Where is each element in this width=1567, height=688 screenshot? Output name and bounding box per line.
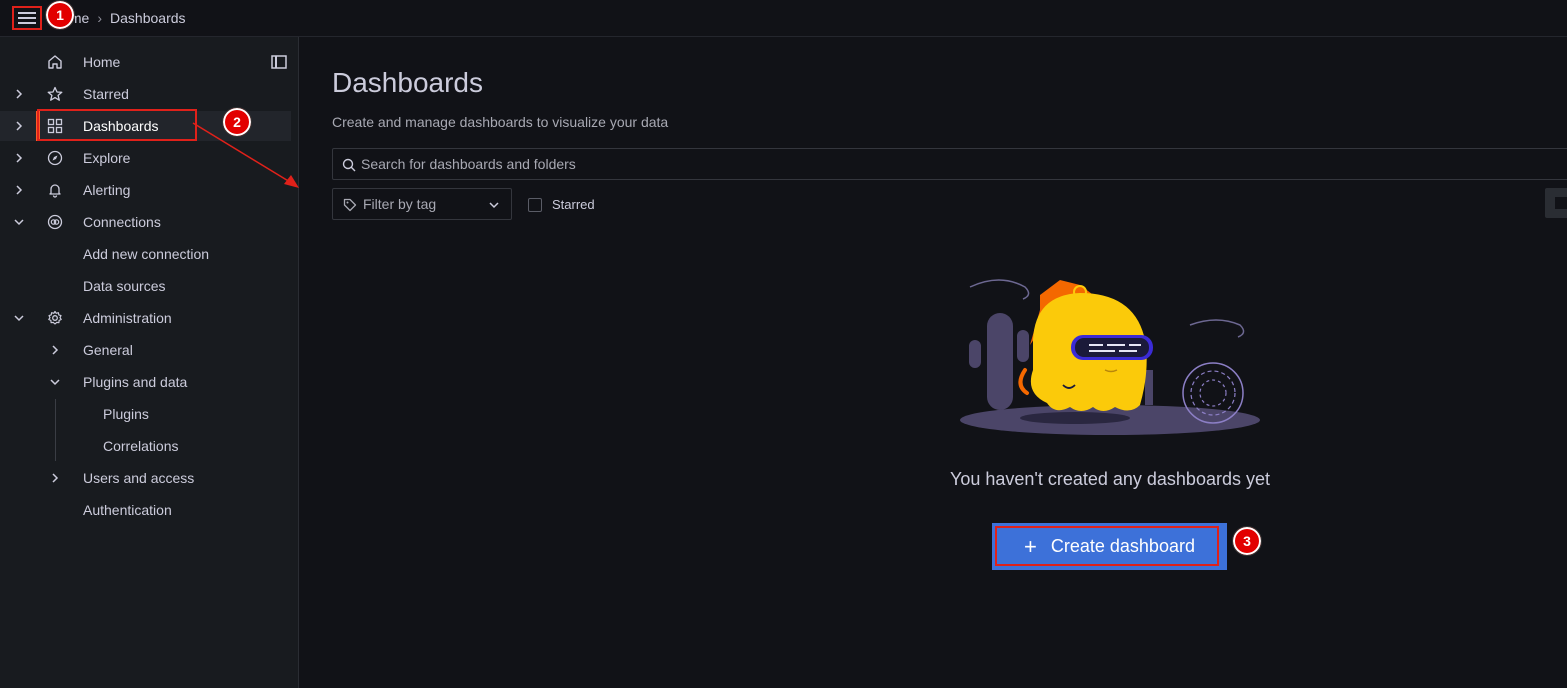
sidebar-item-home[interactable]: Home	[0, 47, 291, 77]
sidebar-item-label: Home	[83, 54, 121, 70]
bell-icon	[46, 181, 64, 199]
empty-state-illustration	[960, 279, 1260, 435]
chevron-right-icon[interactable]	[48, 343, 62, 357]
sidebar-item-label: Dashboards	[83, 118, 159, 134]
sidebar-item-plugins[interactable]: Plugins	[0, 399, 291, 429]
sidebar-item-label: Administration	[83, 310, 172, 326]
sidebar-item-label: Plugins and data	[83, 374, 188, 390]
page-subtitle: Create and manage dashboards to visualiz…	[332, 114, 669, 130]
chevron-down-icon	[489, 202, 499, 209]
starred-filter[interactable]: Starred	[528, 197, 595, 212]
star-icon	[46, 85, 64, 103]
create-dashboard-label: Create dashboard	[1050, 536, 1195, 556]
sidebar-item-label: Add new connection	[83, 246, 210, 262]
top-bar: Home › Dashboards	[0, 0, 1567, 37]
main-content: Dashboards Create and manage dashboards …	[300, 37, 1567, 688]
chevron-right-icon: ›	[97, 10, 103, 26]
sidebar-item-label: Alerting	[83, 182, 131, 198]
sidebar-item-add-new-connection[interactable]: Add new connection	[0, 239, 291, 269]
sidebar-item-label: Explore	[83, 150, 131, 166]
sidebar-item-label: Correlations	[103, 438, 179, 454]
sidebar-item-label: Connections	[83, 214, 161, 230]
home-icon	[46, 53, 64, 71]
create-dashboard-button[interactable]: + Create dashboard	[992, 523, 1227, 570]
sidebar-item-label: General	[83, 342, 133, 358]
sidebar-item-users-and-access[interactable]: Users and access	[0, 463, 291, 493]
chevron-right-icon[interactable]	[12, 183, 26, 197]
breadcrumb-current: Dashboards	[110, 10, 186, 26]
chevron-down-icon[interactable]	[12, 215, 26, 229]
chevron-down-icon[interactable]	[48, 375, 62, 389]
sidebar-item-connections[interactable]: Connections	[0, 207, 291, 237]
sidebar-item-label: Data sources	[83, 278, 166, 294]
sidebar-item-general[interactable]: General	[0, 335, 291, 365]
chevron-down-icon[interactable]	[12, 311, 26, 325]
sidebar-item-label: Users and access	[83, 470, 195, 486]
search-box[interactable]	[332, 148, 1567, 180]
chevron-right-icon[interactable]	[12, 87, 26, 101]
plus-icon: +	[1024, 533, 1037, 559]
tag-filter-placeholder: Filter by tag	[363, 196, 437, 212]
starred-label: Starred	[552, 197, 595, 212]
sidebar-item-label: Plugins	[103, 406, 149, 422]
sidebar-item-label: Authentication	[83, 502, 172, 518]
search-icon	[342, 158, 356, 172]
sidebar-item-starred[interactable]: Starred	[0, 79, 291, 109]
active-indicator	[36, 111, 40, 141]
view-toggle-button[interactable]	[1545, 188, 1567, 218]
apps-grid-icon	[46, 117, 64, 135]
sidebar-item-correlations[interactable]: Correlations	[0, 431, 291, 461]
starred-checkbox[interactable]	[528, 197, 542, 212]
sidebar-item-plugins-and-data[interactable]: Plugins and data	[0, 367, 291, 397]
sidebar-item-authentication[interactable]: Authentication	[0, 495, 291, 525]
tag-icon	[343, 198, 357, 212]
gear-icon	[46, 309, 64, 327]
empty-state-message: You haven't created any dashboards yet	[949, 469, 1270, 489]
chevron-right-icon[interactable]	[12, 151, 26, 165]
chevron-right-icon[interactable]	[12, 119, 26, 133]
annotation-badge-1: 1	[45, 0, 75, 30]
annotation-arrow	[192, 122, 299, 188]
hamburger-icon	[18, 12, 36, 24]
tag-filter-select[interactable]: Filter by tag	[332, 188, 512, 220]
search-input[interactable]	[333, 155, 1567, 173]
sidebar-item-administration[interactable]: Administration	[0, 303, 291, 333]
compass-icon	[46, 149, 64, 167]
folder-view-icon	[1555, 197, 1567, 209]
chevron-right-icon[interactable]	[48, 471, 62, 485]
menu-toggle-button[interactable]	[12, 6, 42, 30]
page-title: Dashboards	[332, 67, 483, 98]
sidebar-item-label: Starred	[83, 86, 129, 102]
annotation-badge-3: 3	[1232, 526, 1262, 556]
link-icon	[46, 213, 64, 231]
sidebar-item-data-sources[interactable]: Data sources	[0, 271, 291, 301]
